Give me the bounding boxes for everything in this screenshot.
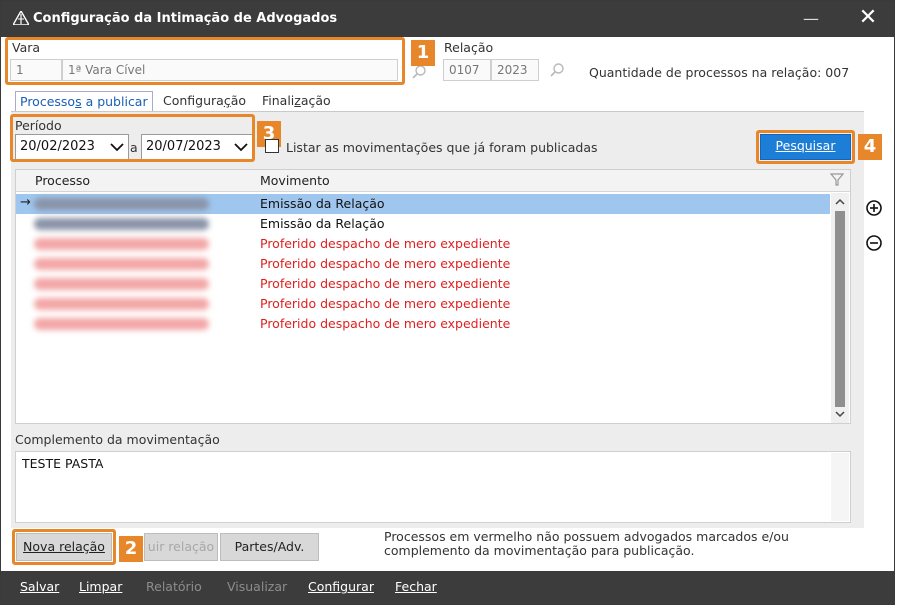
table-row[interactable]: Proferido despacho de mero expediente: [16, 234, 830, 254]
processo-number-redacted: [34, 218, 209, 230]
partes-adv-button[interactable]: Partes/Adv.: [220, 533, 319, 561]
movimento-cell: Proferido despacho de mero expediente: [260, 316, 511, 331]
movimento-cell: Proferido despacho de mero expediente: [260, 296, 511, 311]
current-row-arrow-icon: →: [20, 195, 31, 210]
tab-configuracao-label-end: ão: [230, 93, 247, 108]
scroll-up-icon[interactable]: [835, 197, 845, 207]
menu-relatorio[interactable]: Relatório: [146, 579, 202, 594]
callout-box-3: [10, 114, 255, 162]
legend-note-line-1: Processos em vermelho não possuem advoga…: [384, 529, 789, 544]
app-logo-icon: [13, 11, 29, 25]
menu-salvar[interactable]: Salvar: [20, 579, 59, 594]
tab-configuracao-label: Configura: [163, 93, 224, 108]
scrollbar-thumb[interactable]: [835, 211, 845, 407]
callout-number-1: 1: [411, 40, 435, 66]
movimento-cell: Proferido despacho de mero expediente: [260, 276, 511, 291]
column-header-movimento[interactable]: Movimento: [260, 173, 330, 188]
menu-fechar[interactable]: Fechar: [395, 579, 437, 594]
tab-finalizacao-label: Finali: [262, 93, 295, 108]
tab-finalizacao-label-end: ação: [300, 93, 331, 108]
table-row[interactable]: → Emissão da Relação: [16, 194, 830, 214]
processo-number-redacted: [34, 258, 209, 270]
movimento-cell: Proferido despacho de mero expediente: [260, 236, 511, 251]
callout-number-2: 2: [119, 536, 143, 562]
movimento-cell: Proferido despacho de mero expediente: [260, 256, 511, 271]
relacao-year-field[interactable]: 2023: [491, 59, 539, 81]
add-row-icon[interactable]: [865, 199, 883, 217]
grid-scrollbar[interactable]: [831, 193, 849, 423]
table-row[interactable]: Proferido despacho de mero expediente: [16, 314, 830, 334]
table-row[interactable]: Proferido despacho de mero expediente: [16, 294, 830, 314]
window-title: Configuração da Intimação de Advogados: [33, 11, 338, 26]
relacao-number-field[interactable]: 0107: [443, 59, 491, 81]
complemento-scrollbar[interactable]: [831, 453, 849, 521]
table-row[interactable]: Proferido despacho de mero expediente: [16, 274, 830, 294]
relacao-label: Relação: [444, 40, 494, 55]
table-row[interactable]: Proferido despacho de mero expediente: [16, 254, 830, 274]
close-button[interactable]: ✕: [853, 5, 883, 31]
menu-visualizar[interactable]: Visualizar: [227, 579, 287, 594]
callout-box-4: [756, 130, 855, 164]
menu-limpar[interactable]: Limpar: [79, 579, 122, 594]
column-header-processo[interactable]: Processo: [35, 173, 90, 188]
listar-publicadas-checkbox[interactable]: [265, 139, 279, 153]
bottom-menu-bar: Salvar Limpar Relatório Visualizar Confi…: [1, 571, 894, 604]
legend-note: Processos em vermelho não possuem advoga…: [384, 530, 789, 558]
movimento-cell: Emissão da Relação: [260, 196, 385, 211]
listar-publicadas-label: Listar as movimentações que já foram pub…: [286, 140, 598, 155]
tab-processos-a-publicar[interactable]: Processos a publicar: [15, 91, 153, 111]
callout-box-1: [5, 37, 405, 85]
tab-processos-label-end: a publicar: [81, 94, 148, 109]
minimize-button[interactable]: —: [801, 9, 821, 29]
movimento-cell: Emissão da Relação: [260, 216, 385, 231]
excluir-relacao-button[interactable]: uir relação: [144, 533, 218, 561]
complemento-label: Complemento da movimentação: [15, 432, 220, 447]
tab-configuracao-accel: ç: [223, 93, 231, 108]
callout-number-4: 4: [858, 134, 882, 160]
tab-configuracao[interactable]: Configuração: [159, 91, 250, 111]
menu-configurar[interactable]: Configurar: [308, 579, 374, 594]
processo-number-redacted: [34, 198, 209, 210]
table-row[interactable]: Emissão da Relação: [16, 214, 830, 234]
intimacao-window: Configuração da Intimação de Advogados —…: [0, 0, 895, 605]
complemento-value: TESTE PASTA: [22, 456, 104, 471]
scroll-down-icon[interactable]: [835, 409, 845, 419]
filter-icon[interactable]: [830, 173, 844, 187]
processos-grid: Processo Movimento → Emissão da Relação Em…: [15, 169, 851, 424]
processo-number-redacted: [34, 278, 209, 290]
processo-number-redacted: [34, 298, 209, 310]
title-bar: Configuração da Intimação de Advogados —…: [1, 1, 894, 37]
search-vara-icon[interactable]: [411, 64, 427, 80]
quantidade-processos-text: Quantidade de processos na relação: 007: [589, 65, 850, 80]
tab-processos-label: Processo: [20, 94, 76, 109]
legend-note-line-2: complemento da movimentação para publica…: [384, 543, 695, 558]
callout-box-2: [12, 529, 116, 565]
search-relacao-icon[interactable]: [549, 62, 565, 78]
processo-number-redacted: [34, 318, 209, 330]
tab-finalizacao[interactable]: Finalização: [258, 91, 335, 111]
complemento-textarea[interactable]: TESTE PASTA: [15, 451, 851, 523]
processo-number-redacted: [34, 238, 209, 250]
grid-header: Processo Movimento: [16, 170, 850, 192]
remove-row-icon[interactable]: [865, 234, 883, 252]
